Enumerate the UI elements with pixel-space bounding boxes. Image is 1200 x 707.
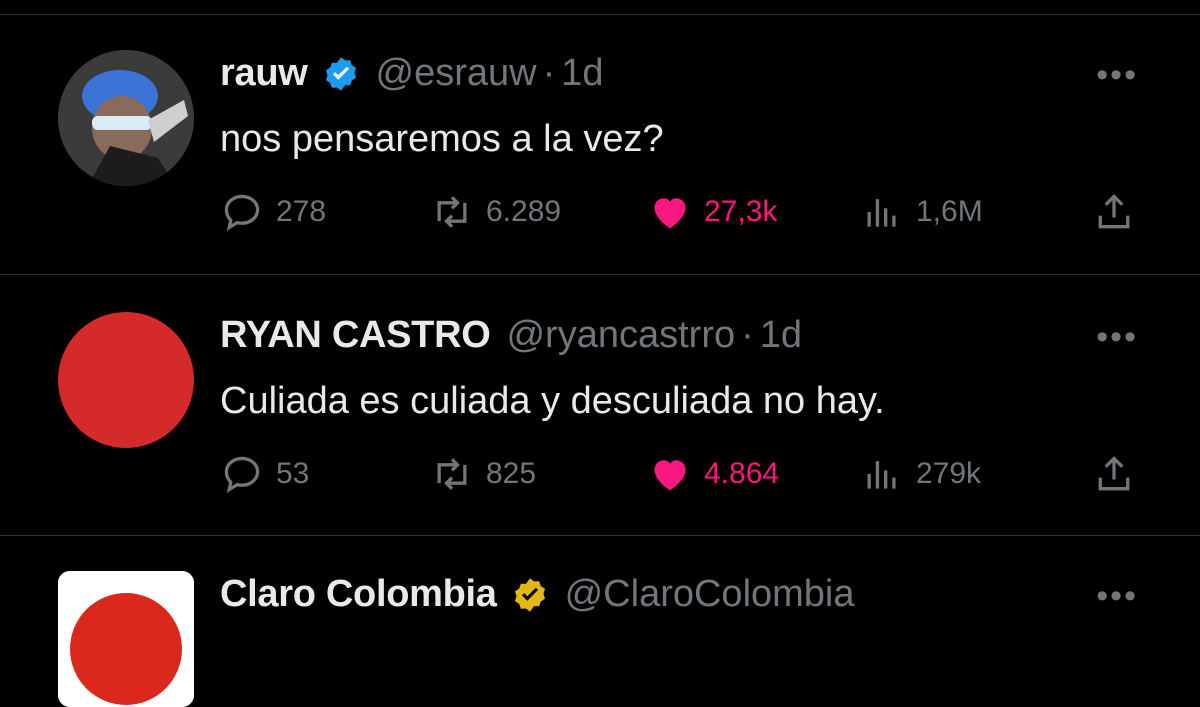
share-icon [1098, 194, 1130, 229]
like-button[interactable]: 27,3k [648, 190, 777, 234]
like-button[interactable]: 4.864 [648, 452, 779, 496]
like-icon [654, 460, 686, 491]
display-name[interactable]: Claro Colombia [220, 573, 497, 616]
tweet-claro-colombia[interactable]: Claro Colombia @ClaroColombia ••• [0, 521, 1200, 707]
share-button[interactable] [1092, 452, 1136, 496]
views-icon [867, 461, 896, 489]
views-button[interactable]: 1,6M [860, 190, 983, 234]
retweet-icon [437, 458, 467, 490]
tweet-text: Culiada es culiada y desculiada no hay. [220, 380, 885, 422]
tweet-text: nos pensaremos a la vez? [220, 118, 664, 160]
timestamp[interactable]: 1d [561, 52, 603, 95]
retweet-count: 6.289 [486, 195, 562, 228]
verified-icon [325, 56, 356, 91]
retweet-count: 825 [486, 457, 537, 490]
retweet-button[interactable]: 6.289 [430, 190, 561, 234]
share-button[interactable] [1092, 190, 1136, 234]
tweet-header: RYAN CASTRO @ryancastrro · 1d [220, 314, 802, 357]
claro-logo [58, 571, 194, 707]
display-name[interactable]: rauw [220, 52, 308, 95]
views-count: 279k [916, 457, 982, 490]
timestamp[interactable]: 1d [760, 314, 802, 357]
reply-button[interactable]: 53 [220, 452, 309, 496]
avatar[interactable] [58, 571, 194, 707]
avatar[interactable] [58, 312, 194, 448]
handle[interactable]: @esrauw [376, 52, 537, 95]
like-icon [654, 198, 686, 229]
more-icon[interactable]: ••• [1096, 56, 1138, 95]
tweet-actions: 278 6.289 27,3k 1,6M [220, 190, 1140, 234]
separator: · [542, 52, 556, 94]
retweet-icon [437, 196, 467, 228]
retweet-button[interactable]: 825 [430, 452, 536, 496]
verified-icon [514, 577, 545, 612]
reply-count: 53 [276, 457, 310, 490]
tweet-header: Claro Colombia @ClaroColombia [220, 573, 855, 616]
separator: · [741, 314, 754, 356]
tweet-header: rauw @esrauw · 1d [220, 52, 604, 95]
display-name[interactable]: RYAN CASTRO [220, 314, 491, 357]
handle[interactable]: @ryancastrro [506, 314, 735, 357]
like-count: 27,3k [704, 195, 778, 228]
avatar[interactable] [58, 50, 194, 186]
handle[interactable]: @ClaroColombia [565, 573, 855, 616]
reply-icon [224, 456, 260, 494]
tweet-ryan-castro[interactable]: RYAN CASTRO @ryancastrro · 1d ••• Culiad… [0, 262, 1200, 536]
more-icon[interactable]: ••• [1096, 318, 1138, 357]
share-icon [1098, 456, 1130, 491]
views-count: 1,6M [916, 195, 983, 228]
views-icon [867, 199, 896, 227]
reply-count: 278 [276, 195, 327, 228]
more-icon[interactable]: ••• [1096, 577, 1138, 616]
reply-button[interactable]: 278 [220, 190, 326, 234]
reply-icon [224, 194, 260, 232]
tweet-rauw[interactable]: rauw @esrauw · 1d ••• nos pensaremos a l… [0, 0, 1200, 274]
tweet-actions: 53 825 4.864 279k [220, 452, 1140, 496]
like-count: 4.864 [704, 457, 780, 490]
views-button[interactable]: 279k [860, 452, 981, 496]
